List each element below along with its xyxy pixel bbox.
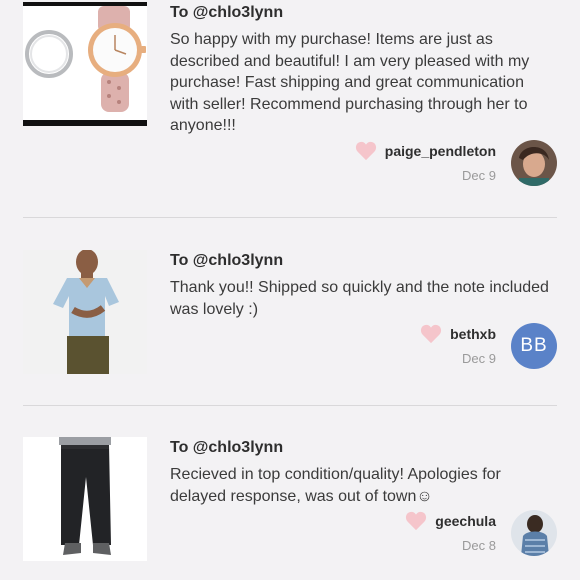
- review-message: So happy with my purchase! Items are jus…: [170, 31, 530, 134]
- reviewer-username[interactable]: paige_pendleton: [385, 143, 496, 159]
- user-photo-icon: [511, 140, 557, 186]
- avatar-initials: BB: [520, 335, 548, 356]
- avatar[interactable]: [511, 140, 557, 186]
- review-recipient[interactable]: To @chlo3lynn: [170, 438, 560, 458]
- review-date: Dec 9: [462, 168, 496, 183]
- heart-icon[interactable]: [405, 511, 427, 531]
- avatar[interactable]: BB: [511, 323, 557, 369]
- heart-icon[interactable]: [420, 324, 442, 344]
- product-thumbnail[interactable]: [23, 2, 147, 126]
- product-thumbnail[interactable]: [23, 437, 147, 561]
- review-item: To @chlo3lynn Recieved in top condition/…: [0, 406, 580, 580]
- user-photo-icon: [511, 510, 557, 556]
- heart-icon[interactable]: [355, 141, 377, 161]
- watch-product-photo-icon: [23, 2, 147, 126]
- review-date: Dec 8: [462, 538, 496, 553]
- review-message: Recieved in top condition/quality! Apolo…: [170, 466, 501, 505]
- jeans-product-photo-icon: [23, 437, 147, 561]
- reviewer-username[interactable]: geechula: [435, 513, 496, 529]
- avatar[interactable]: [511, 510, 557, 556]
- review-date: Dec 9: [462, 351, 496, 366]
- review-item: To @chlo3lynn Thank you!! Shipped so qui…: [0, 218, 580, 404]
- review-item: To @chlo3lynn So happy with my purchase!…: [0, 0, 580, 216]
- shirt-product-photo-icon: [23, 250, 147, 374]
- product-thumbnail[interactable]: [23, 250, 147, 374]
- reviewer-username[interactable]: bethxb: [450, 326, 496, 342]
- review-recipient[interactable]: To @chlo3lynn: [170, 251, 560, 271]
- review-message: Thank you!! Shipped so quickly and the n…: [170, 279, 549, 318]
- review-recipient[interactable]: To @chlo3lynn: [170, 3, 560, 23]
